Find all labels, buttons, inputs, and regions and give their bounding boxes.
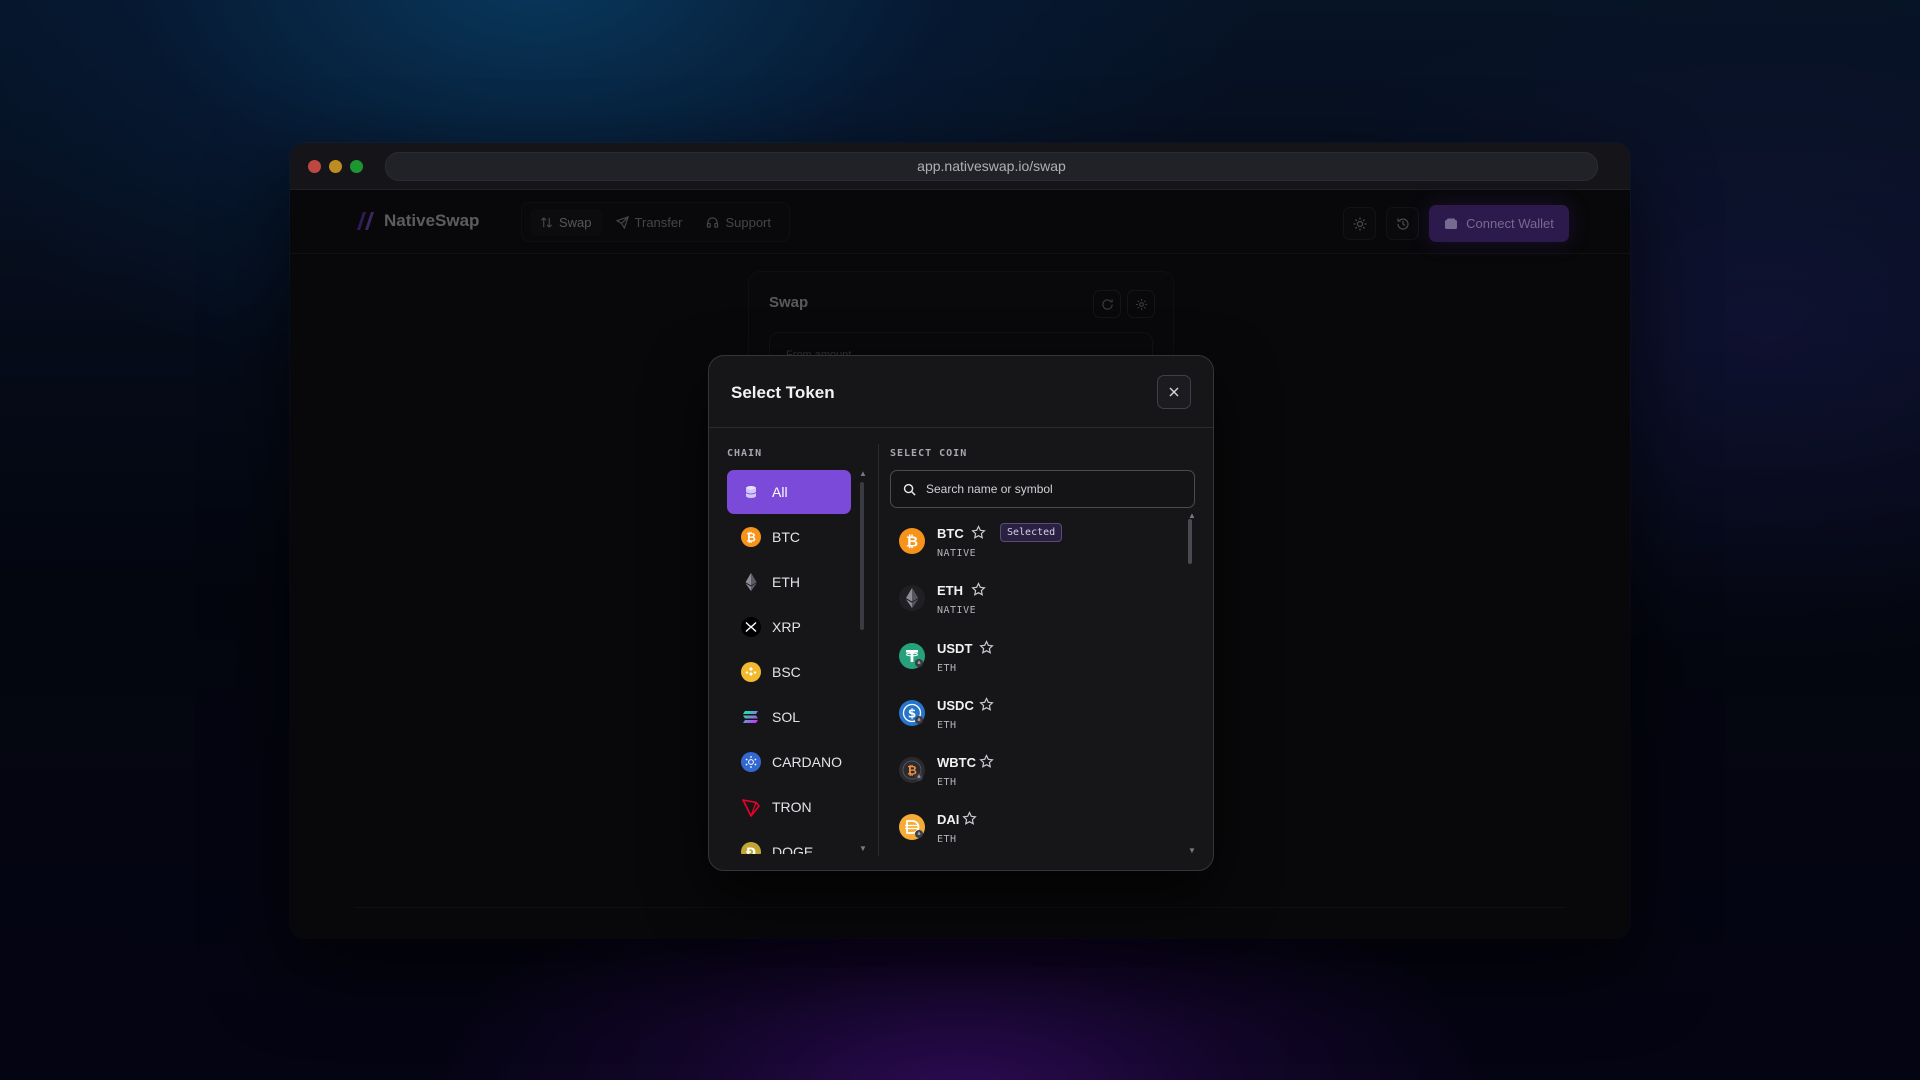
- solana-icon: [741, 707, 761, 727]
- chain-item-cardano[interactable]: CARDANO: [727, 739, 851, 784]
- modal-header: Select Token: [709, 356, 1213, 428]
- cardano-icon: [741, 751, 761, 772]
- search-box[interactable]: [890, 470, 1195, 508]
- coin-network: ETH: [937, 777, 957, 789]
- chain-item-sol[interactable]: SOL: [727, 694, 851, 739]
- chain-item-all[interactable]: All: [727, 470, 851, 514]
- chain-item-btc[interactable]: ₿ BTC: [727, 514, 851, 559]
- ethereum-icon: [741, 572, 761, 592]
- coin-network: ETH: [937, 662, 957, 674]
- selected-badge: Selected: [1000, 523, 1063, 542]
- close-icon: [1169, 387, 1179, 397]
- select-token-modal: Select Token CHAIN SELECT COIN All ₿ BTC…: [708, 355, 1214, 871]
- svg-text:Ð: Ð: [746, 845, 756, 854]
- favorite-star-icon[interactable]: [971, 525, 986, 540]
- favorite-star-icon[interactable]: [962, 811, 977, 826]
- wbtc-icon: ₿: [899, 757, 925, 784]
- svg-text:₿: ₿: [906, 533, 918, 551]
- coin-network: ETH: [937, 719, 957, 731]
- chain-section-label: CHAIN: [727, 448, 763, 459]
- modal-title: Select Token: [731, 383, 835, 402]
- chain-item-label: ETH: [772, 573, 800, 590]
- coin-symbol: BTC: [937, 526, 964, 541]
- coin-row-usdt[interactable]: USDT ETH: [890, 629, 1180, 686]
- chain-list: All ₿ BTC ETH XRP BSC SOL CARDANO TRON Ð…: [727, 470, 851, 854]
- bnb-icon: [741, 661, 761, 682]
- bitcoin-icon: ₿: [899, 528, 925, 554]
- dai-icon: [899, 814, 925, 841]
- chain-item-label: SOL: [772, 708, 801, 725]
- xrp-icon: [741, 616, 761, 637]
- search-input[interactable]: [926, 482, 1166, 496]
- favorite-star-icon[interactable]: [979, 639, 994, 655]
- chain-scrollbar[interactable]: [860, 482, 864, 630]
- chain-item-label: All: [772, 484, 788, 500]
- chain-scroll-up-arrow[interactable]: ▲: [859, 469, 867, 478]
- stack-icon: [741, 482, 761, 502]
- favorite-star-icon[interactable]: [971, 582, 986, 597]
- coin-row-dai[interactable]: DAI ETH: [890, 800, 1180, 854]
- dogecoin-icon: Ð: [741, 841, 761, 854]
- coin-row-usdc[interactable]: $ USDC ETH: [890, 686, 1180, 743]
- chain-item-label: CARDANO: [772, 753, 843, 770]
- coin-section-label: SELECT COIN: [890, 448, 968, 459]
- coin-network: NATIVE: [937, 548, 977, 559]
- svg-text:₿: ₿: [746, 530, 756, 544]
- coin-symbol: USDT: [937, 640, 973, 656]
- favorite-star-icon[interactable]: [979, 696, 994, 712]
- column-divider: [878, 444, 879, 856]
- coin-scrollbar[interactable]: [1188, 519, 1192, 564]
- ethereum-icon: [899, 585, 925, 612]
- chain-scroll-down-arrow[interactable]: ▼: [859, 844, 867, 853]
- coin-row-wbtc[interactable]: ₿ WBTC ETH: [890, 743, 1180, 800]
- coin-symbol: DAI: [937, 812, 960, 828]
- coin-symbol: WBTC: [937, 755, 976, 771]
- chain-item-eth[interactable]: ETH: [727, 559, 851, 604]
- coin-network: NATIVE: [937, 605, 977, 617]
- usdc-icon: $: [899, 699, 925, 726]
- chain-item-doge[interactable]: Ð DOGE: [727, 829, 851, 854]
- coin-symbol: ETH: [937, 583, 963, 599]
- chain-item-xrp[interactable]: XRP: [727, 604, 851, 649]
- coin-scroll-down-arrow[interactable]: ▼: [1188, 846, 1196, 855]
- coin-row-eth[interactable]: ETH NATIVE: [890, 571, 1180, 628]
- chain-item-label: DOGE: [772, 843, 814, 855]
- search-icon: [903, 483, 916, 496]
- chain-item-label: TRON: [772, 798, 812, 815]
- tether-icon: [899, 642, 925, 669]
- chain-item-label: BTC: [772, 528, 800, 545]
- chain-item-label: BSC: [772, 663, 801, 680]
- coin-row-btc[interactable]: ₿ BTC Selected NATIVE: [890, 514, 1180, 571]
- chain-item-label: XRP: [772, 618, 801, 635]
- bitcoin-icon: ₿: [741, 526, 761, 547]
- favorite-star-icon[interactable]: [979, 754, 994, 769]
- close-modal-button[interactable]: [1157, 375, 1191, 409]
- tron-icon: [741, 797, 761, 817]
- svg-text:$: $: [908, 706, 916, 720]
- coin-network: ETH: [937, 834, 957, 846]
- coin-list: ₿ BTC Selected NATIVE ETH NATIVE USDT ET…: [890, 514, 1180, 854]
- coin-symbol: USDC: [937, 697, 974, 713]
- chain-item-tron[interactable]: TRON: [727, 784, 851, 829]
- chain-item-bsc[interactable]: BSC: [727, 649, 851, 694]
